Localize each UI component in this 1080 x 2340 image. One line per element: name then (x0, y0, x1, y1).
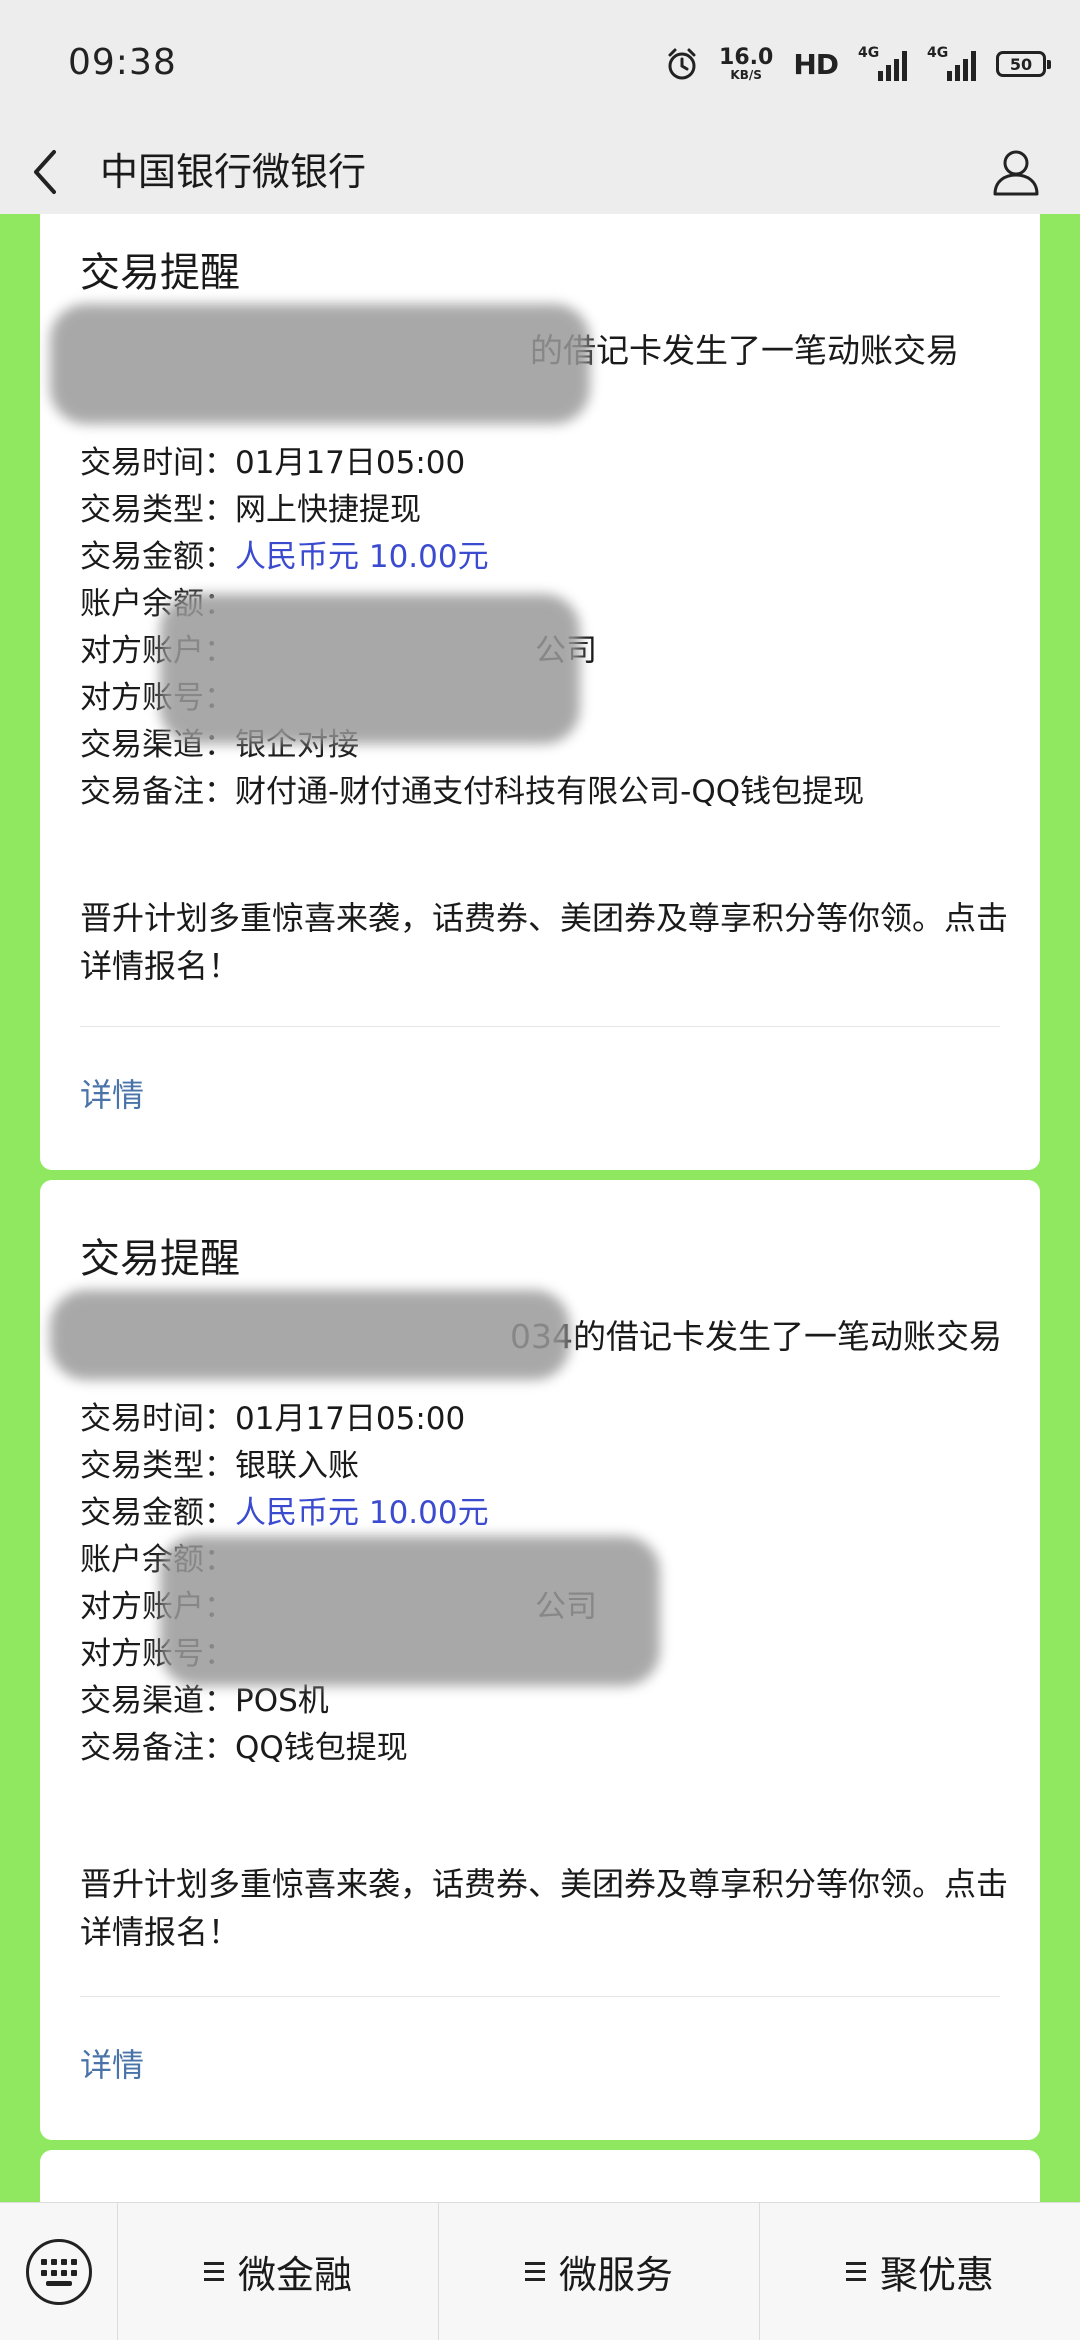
card-summary: 的借记卡发生了一笔动账交易 (530, 331, 959, 370)
network-speed: 16.0 KB/S (719, 45, 774, 82)
detail-row: 交易金额人民币元 10.00元 (80, 1490, 597, 1537)
card-title: 交易提醒 (80, 250, 240, 296)
status-icons: 16.0 KB/S HD 4G 4G 50 (665, 44, 1051, 84)
menu-tab-label: 聚优惠 (879, 2253, 994, 2297)
network-type-label-2: 4G (927, 45, 949, 61)
alarm-icon (665, 47, 699, 81)
status-time: 09:38 (68, 42, 177, 83)
promo-text: 晋升计划多重惊喜来袭，话费券、美团券及尊享积分等你领。点击详情报名！ (80, 899, 1009, 985)
promo-text: 晋升计划多重惊喜来袭，话费券、美团券及尊享积分等你领。点击详情报名！ (80, 1865, 1009, 1951)
menu-tab-services[interactable]: 微服务 (439, 2203, 760, 2340)
divider (80, 1996, 1000, 1997)
detail-row: 交易类型银联入账 (80, 1443, 597, 1490)
privacy-blur (160, 594, 580, 744)
details-link[interactable]: 详情 (80, 2040, 144, 2086)
battery-icon: 50 (996, 51, 1051, 77)
back-arrow-icon (34, 150, 56, 194)
profile-button[interactable] (986, 130, 1046, 214)
hd-indicator: HD (793, 47, 839, 81)
transaction-card: 交易提醒 034的借记卡发生了一笔动账交易 交易时间01月17日05:00 交易… (40, 1180, 1040, 2140)
signal-strength-icon: 4G (858, 45, 907, 81)
network-speed-unit: KB/S (730, 68, 762, 82)
privacy-blur (160, 1536, 660, 1686)
detail-row: 交易类型网上快捷提现 (80, 487, 864, 534)
menu-lines-icon (524, 2262, 545, 2281)
battery-level: 50 (1009, 54, 1033, 74)
page-title: 中国银行微银行 (100, 150, 367, 194)
back-button[interactable] (30, 130, 90, 214)
keyboard-toggle-button[interactable] (0, 2203, 118, 2340)
detail-row: 交易备注财付通-财付通支付科技有限公司-QQ钱包提现 (80, 769, 864, 816)
signal-strength-icon-2: 4G (927, 45, 976, 81)
transaction-card: 交易提醒 的借记卡发生了一笔动账交易 交易时间01月17日05:00 交易类型网… (40, 214, 1040, 1170)
menu-tab-label: 微金融 (237, 2253, 352, 2297)
detail-row: 交易金额人民币元 10.00元 (80, 534, 864, 581)
detail-row: 交易时间01月17日05:00 (80, 440, 864, 487)
details-link[interactable]: 详情 (80, 1070, 144, 1116)
network-speed-value: 16.0 (719, 45, 774, 70)
network-type-label: 4G (858, 45, 880, 61)
keyboard-icon (25, 2239, 92, 2305)
menu-lines-icon (203, 2262, 224, 2281)
amount-value: 人民币元 10.00元 (235, 1495, 489, 1531)
menu-tab-finance[interactable]: 微金融 (118, 2203, 439, 2340)
message-list[interactable]: 交易提醒 的借记卡发生了一笔动账交易 交易时间01月17日05:00 交易类型网… (0, 214, 1080, 2202)
bottom-menu-bar: 微金融 微服务 聚优惠 (0, 2202, 1080, 2340)
divider (80, 1026, 1000, 1027)
nav-bar: 中国银行微银行 (0, 130, 1080, 214)
amount-value: 人民币元 10.00元 (235, 539, 489, 575)
privacy-blur (50, 304, 590, 424)
detail-row: 交易时间01月17日05:00 (80, 1396, 597, 1443)
detail-row: 交易备注QQ钱包提现 (80, 1725, 597, 1772)
status-bar: 09:38 16.0 KB/S HD 4G 4G 50 (0, 0, 1080, 130)
transaction-card (40, 2150, 1040, 2202)
menu-lines-icon (845, 2262, 866, 2281)
menu-tab-label: 微服务 (558, 2253, 673, 2297)
card-summary: 034的借记卡发生了一笔动账交易 (510, 1317, 1002, 1356)
user-icon (993, 150, 1039, 196)
menu-tab-offers[interactable]: 聚优惠 (760, 2203, 1080, 2340)
card-title: 交易提醒 (80, 1236, 240, 1282)
privacy-blur (50, 1290, 570, 1380)
